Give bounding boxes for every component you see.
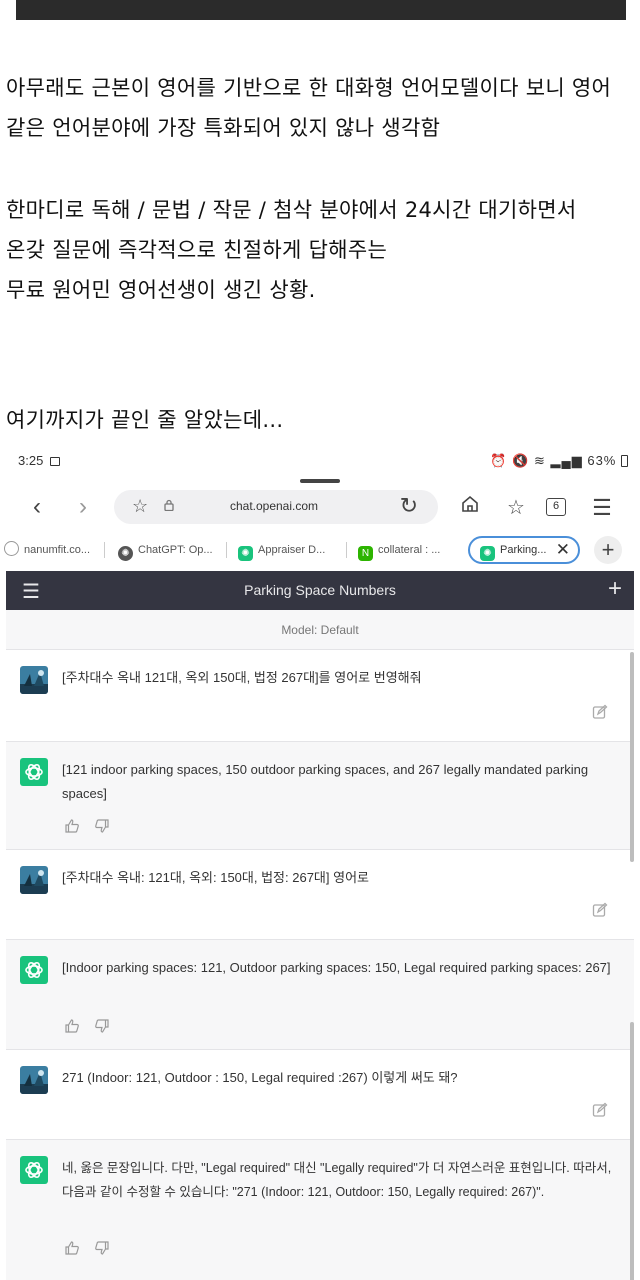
- chat-header: ☰ Parking Space Numbers +: [6, 571, 634, 610]
- site-favicon-icon: [4, 541, 19, 556]
- drag-handle[interactable]: [300, 479, 340, 483]
- post-line: 아무래도 근본이 영어를 기반으로 한 대화형 언어모델이다 보니 영어: [6, 76, 612, 100]
- chatgpt-avatar-icon: [20, 1156, 48, 1184]
- tab-label: collateral : ...: [378, 544, 441, 556]
- browser-tab-strip: nanumfit.co... ✺ ChatGPT: Op... ✺ Appraise…: [0, 536, 640, 566]
- thumbs-up-icon[interactable]: [64, 1018, 80, 1034]
- status-icons: ⏰ 🔇 ≋ ▂▄▆ 63%: [490, 453, 628, 469]
- gallery-icon: [49, 457, 60, 466]
- signal-icon: ▂▄▆: [550, 453, 583, 468]
- tab-chatgpt[interactable]: ✺ ChatGPT: Op...: [108, 536, 222, 564]
- address-bar[interactable]: ☆ chat.openai.com ↻: [114, 490, 438, 524]
- chat-message-user: 271 (Indoor: 121, Outdoor : 150, Legal r…: [6, 1050, 634, 1140]
- back-icon[interactable]: ‹: [22, 492, 52, 522]
- tab-count-button[interactable]: 6: [546, 498, 566, 516]
- chatgpt-avatar-icon: [20, 956, 48, 984]
- message-text: [121 indoor parking spaces, 150 outdoor …: [62, 762, 589, 801]
- browser-toolbar: ‹ › ☆ chat.openai.com ↻ ☆ 6 ☰: [0, 488, 640, 528]
- top-dark-bar: [16, 0, 626, 20]
- tab-appraiser[interactable]: ✺ Appraiser D...: [228, 536, 342, 564]
- chatgpt-favicon-icon: ✺: [480, 546, 495, 561]
- forward-icon[interactable]: ›: [68, 492, 98, 522]
- new-tab-button[interactable]: +: [594, 536, 622, 564]
- scrollbar-thumb[interactable]: [630, 1022, 634, 1280]
- chat-message-user: [주차대수 옥내 121대, 옥외 150대, 법정 267대]를 영어로 번영…: [6, 650, 634, 742]
- message-text: 271 (Indoor: 121, Outdoor : 150, Legal r…: [62, 1070, 458, 1085]
- thumbs-down-icon[interactable]: [94, 818, 110, 834]
- post-line: 무료 원어민 영어선생이 생긴 상황.: [6, 278, 316, 302]
- menu-icon[interactable]: ☰: [588, 494, 616, 522]
- wifi-icon: ≋: [533, 453, 546, 468]
- reload-icon[interactable]: ↻: [400, 493, 418, 519]
- thumbs-down-icon[interactable]: [94, 1018, 110, 1034]
- thumbs-down-icon[interactable]: [94, 1240, 110, 1256]
- phone-screenshot: 3:25 ⏰ 🔇 ≋ ▂▄▆ 63% ‹ › ☆ chat.openai.com…: [0, 442, 640, 1280]
- chat-message-assistant: [121 indoor parking spaces, 150 outdoor …: [6, 742, 634, 850]
- user-avatar: [20, 666, 48, 694]
- edit-icon[interactable]: [592, 704, 608, 720]
- post-paragraph-2: 한마디로 독해 / 문법 / 작문 / 첨삭 분야에서 24시간 대기하면서 온…: [6, 190, 634, 310]
- status-time-text: 3:25: [18, 453, 44, 468]
- tab-nanumfit[interactable]: nanumfit.co...: [0, 536, 100, 564]
- message-text: [Indoor parking spaces: 121, Outdoor par…: [62, 960, 611, 975]
- post-line: 한마디로 독해 / 문법 / 작문 / 첨삭 분야에서 24시간 대기하면서: [6, 198, 577, 222]
- new-chat-icon[interactable]: +: [608, 575, 622, 603]
- chat-message-assistant: [Indoor parking spaces: 121, Outdoor par…: [6, 940, 634, 1050]
- post-line: 같은 언어분야에 가장 특화되어 있지 않나 생각함: [6, 116, 441, 140]
- post-paragraph-1: 아무래도 근본이 영어를 기반으로 한 대화형 언어모델이다 보니 영어 같은 …: [6, 68, 634, 148]
- post-line: 온갖 질문에 즉각적으로 친절하게 답해주는: [6, 238, 388, 262]
- tab-collateral[interactable]: Ncollateral : ...: [348, 536, 460, 564]
- chat-message-user: [주차대수 옥내: 121대, 옥외: 150대, 법정: 267대] 영어로: [6, 850, 634, 940]
- thumbs-up-icon[interactable]: [64, 818, 80, 834]
- tab-separator: [346, 542, 347, 558]
- bookmark-star-icon[interactable]: ☆: [132, 496, 148, 517]
- model-indicator: Model: Default: [6, 610, 634, 650]
- status-bar: 3:25 ⏰ 🔇 ≋ ▂▄▆ 63%: [0, 442, 640, 478]
- status-time: 3:25: [18, 453, 60, 468]
- naver-favicon-icon: N: [358, 546, 373, 561]
- user-avatar: [20, 866, 48, 894]
- tab-separator: [226, 542, 227, 558]
- post-paragraph-3: 여기까지가 끝인 줄 알았는데...: [6, 400, 634, 440]
- tab-label: Parking...: [500, 544, 547, 556]
- tab-label: Appraiser D...: [258, 544, 326, 556]
- message-text: [주차대수 옥내: 121대, 옥외: 150대, 법정: 267대] 영어로: [62, 870, 369, 885]
- tab-count-text: 6: [552, 500, 560, 512]
- tab-label: nanumfit.co...: [24, 544, 91, 556]
- chatgpt-avatar-icon: [20, 758, 48, 786]
- message-text: [주차대수 옥내 121대, 옥외 150대, 법정 267대]를 영어로 번영…: [62, 670, 422, 685]
- edit-icon[interactable]: [592, 902, 608, 918]
- tab-label: ChatGPT: Op...: [138, 544, 213, 556]
- scrollbar-upper[interactable]: [630, 652, 634, 862]
- lock-icon[interactable]: [164, 499, 174, 514]
- battery-text: 63%: [587, 453, 617, 468]
- chat-message-assistant: 네, 옳은 문장입니다. 다만, "Legal required" 대신 "Le…: [6, 1140, 634, 1280]
- post-line: 여기까지가 끝인 줄 알았는데...: [6, 408, 284, 432]
- close-tab-icon[interactable]: ✕: [556, 538, 570, 562]
- openai-logo-icon: ✺: [118, 546, 133, 561]
- add-bookmark-icon[interactable]: ☆: [502, 494, 530, 522]
- home-icon[interactable]: [456, 494, 484, 522]
- battery-icon: [621, 455, 628, 467]
- mute-icon: 🔇: [512, 453, 530, 468]
- message-text: 네, 옳은 문장입니다. 다만, "Legal required" 대신 "Le…: [62, 1161, 612, 1199]
- edit-icon[interactable]: [592, 1102, 608, 1118]
- alarm-icon: ⏰: [490, 453, 508, 468]
- thumbs-up-icon[interactable]: [64, 1240, 80, 1256]
- tab-parking[interactable]: ✺ Parking... ✕: [468, 536, 580, 564]
- chat-title: Parking Space Numbers: [244, 582, 396, 598]
- tab-separator: [104, 542, 105, 558]
- user-avatar: [20, 1066, 48, 1094]
- url-text[interactable]: chat.openai.com: [184, 499, 364, 513]
- chatgpt-favicon-icon: ✺: [238, 546, 253, 561]
- feedback-buttons: [64, 818, 120, 839]
- feedback-buttons: [64, 1240, 120, 1261]
- feedback-buttons: [64, 1018, 120, 1039]
